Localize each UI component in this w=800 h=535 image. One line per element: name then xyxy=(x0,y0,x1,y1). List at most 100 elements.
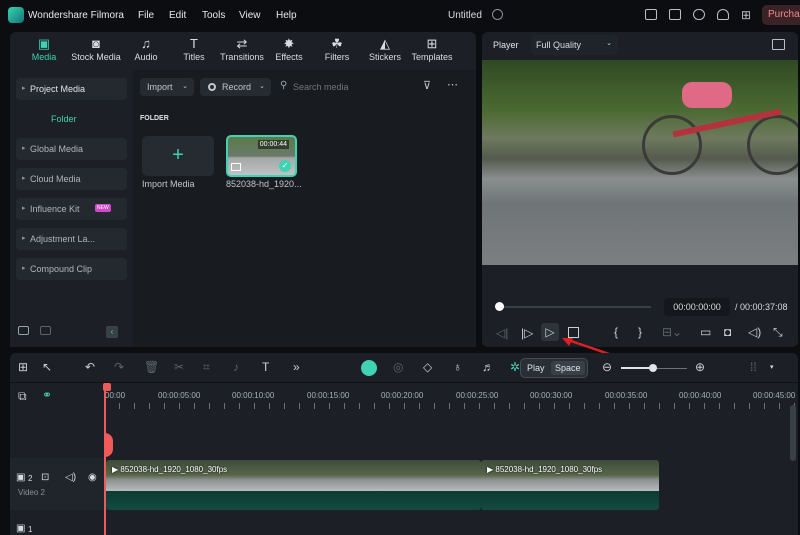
layout-icon[interactable] xyxy=(645,9,657,20)
tab-label: Templates xyxy=(411,52,453,62)
current-time[interactable]: 00:00:00:00 xyxy=(664,298,730,316)
delete-icon[interactable]: 🗑 xyxy=(144,360,159,374)
filter-icon[interactable]: ⊽ xyxy=(423,79,431,92)
scopes-icon[interactable] xyxy=(772,39,785,50)
tab-media[interactable]: ▣ Media xyxy=(16,36,72,62)
microphone-icon[interactable]: ♁ xyxy=(453,360,462,374)
media-library: Import ⌄ Record ⌄ ⚲ ⊽ ⋯ FOLDER + Import Me… xyxy=(133,70,476,347)
mute-track-icon[interactable]: ◁) xyxy=(65,472,76,483)
more-tools-icon[interactable]: » xyxy=(293,360,300,374)
playhead[interactable] xyxy=(104,383,106,535)
filmora-logo xyxy=(8,7,24,23)
playback-progress-bar[interactable] xyxy=(499,306,651,308)
link-icon[interactable]: ⚭ xyxy=(42,388,52,402)
clip-name: 852038-hd_1920_1080_30fps xyxy=(120,465,228,474)
video-preview xyxy=(482,60,798,265)
import-dropdown[interactable]: Import ⌄ xyxy=(140,78,194,96)
chevron-down-icon: ⌄ xyxy=(182,83,188,90)
project-title: Untitled xyxy=(448,10,482,21)
import-media-label: Import Media xyxy=(142,179,195,189)
media-clip-name: 852038-hd_1920... xyxy=(226,179,302,189)
progress-handle[interactable] xyxy=(495,302,504,311)
shield-icon[interactable]: ◇ xyxy=(423,360,432,374)
visibility-eye-icon[interactable]: ◉ xyxy=(88,472,97,483)
next-frame-icon[interactable]: |▷ xyxy=(521,326,533,340)
more-options-icon[interactable]: ⋯ xyxy=(447,78,458,91)
tab-stock-media[interactable]: ◙ Stock Media xyxy=(68,36,124,62)
split-icon[interactable]: ✂ xyxy=(174,360,184,374)
sidebar-item-folder[interactable]: Folder xyxy=(51,114,77,124)
ruler-tick-label: 00:00 xyxy=(105,391,126,400)
ai-tool-icon[interactable]: ✲ xyxy=(510,360,520,374)
media-clip-thumbnail[interactable]: 00:00:44 ✓ xyxy=(226,135,297,177)
timeline-clip[interactable]: ▶ 852038-hd_1920_1080_30fps xyxy=(106,460,481,510)
clip-name: 852038-hd_1920_1080_30fps xyxy=(495,465,603,474)
zoom-slider-handle[interactable] xyxy=(649,364,657,372)
player-label: Player xyxy=(493,40,519,50)
tab-templates[interactable]: ⊞ Templates xyxy=(404,36,460,62)
text-tool-icon[interactable]: T xyxy=(262,360,269,374)
sidebar-item-global-media[interactable]: Global Media xyxy=(16,138,127,160)
redo-icon[interactable]: ↷ xyxy=(114,360,124,374)
purchase-button[interactable]: Purchase xyxy=(762,5,800,25)
record-dropdown[interactable]: Record ⌄ xyxy=(200,78,271,96)
fullscreen-icon[interactable]: ⤡ xyxy=(773,325,783,340)
lock-track-icon[interactable]: ⊡ xyxy=(41,472,49,483)
save-icon[interactable] xyxy=(669,9,681,20)
menu-view[interactable]: View xyxy=(239,10,261,21)
collapse-sidebar-icon[interactable]: ‹ xyxy=(106,326,118,338)
import-media-tile[interactable]: + xyxy=(142,136,214,176)
audio-beat-icon[interactable]: ♪ xyxy=(233,360,239,374)
apps-grid-icon[interactable]: ⊞ xyxy=(741,8,751,22)
headset-icon[interactable] xyxy=(717,9,729,20)
ai-copilot-icon[interactable] xyxy=(361,360,377,376)
display-icon[interactable]: ▭ xyxy=(700,325,711,339)
track-number: 2 xyxy=(28,474,33,483)
snapshot-icon[interactable]: ◘ xyxy=(724,325,731,339)
cloud-upload-icon[interactable] xyxy=(693,9,705,20)
ruler-tick-label: 00:00:20:00 xyxy=(381,391,424,400)
record-icon xyxy=(208,83,216,91)
new-folder-icon[interactable] xyxy=(18,326,29,335)
music-track-icon[interactable]: ♬ xyxy=(482,360,494,374)
previous-frame-icon[interactable]: ◁| xyxy=(496,326,508,340)
undo-icon[interactable]: ↶ xyxy=(85,360,95,374)
sidebar-item-cloud-media[interactable]: Cloud Media xyxy=(16,168,127,190)
layout-grid-icon[interactable]: ⊞ xyxy=(18,360,28,374)
sidebar-item-compound-clip[interactable]: Compound Clip xyxy=(16,258,127,280)
quality-dropdown[interactable]: Full Quality ⌄ xyxy=(531,35,618,55)
render-icon[interactable]: ◎ xyxy=(393,360,403,374)
select-tool-icon[interactable]: ↖ xyxy=(42,360,52,374)
track-header-video-2: ▣ 2 ⊡ ◁) ◉ Video 2 xyxy=(10,458,104,510)
mark-out-icon[interactable]: } xyxy=(638,325,642,339)
timeline-scrollbar[interactable] xyxy=(790,405,796,461)
sidebar-item-adjustment-layer[interactable]: Adjustment La... xyxy=(16,228,127,250)
volume-icon[interactable]: ◁) xyxy=(748,325,761,339)
playhead-scissors[interactable] xyxy=(104,433,113,457)
folder-heading: FOLDER xyxy=(140,115,169,122)
zoom-out-icon[interactable]: ⊖ xyxy=(602,360,612,374)
zoom-in-icon[interactable]: ⊕ xyxy=(695,360,705,374)
track-height-icon[interactable]: ⁞⁞ xyxy=(750,360,757,374)
ruler-tick-label: 00:00:10:00 xyxy=(232,391,275,400)
menu-help[interactable]: Help xyxy=(276,10,297,21)
timeline-clip[interactable]: ▶ 852038-hd_1920_1080_30fps xyxy=(481,460,659,510)
bike-wheel xyxy=(747,115,798,175)
saved-check-icon xyxy=(492,9,503,20)
sidebar-item-project-media[interactable]: Project Media xyxy=(16,78,127,100)
ruler-tick-label: 00:00:05:00 xyxy=(158,391,201,400)
media-icon: ▣ xyxy=(37,36,51,51)
marker-dropdown-icon[interactable]: ⊟⌄ xyxy=(662,325,682,339)
menu-file[interactable]: File xyxy=(138,10,154,21)
ruler-tick-label: 00:00:45:00 xyxy=(753,391,796,400)
tooltip-shortcut: Space xyxy=(551,361,585,375)
play-button[interactable]: ▷ xyxy=(541,323,559,341)
crop-icon[interactable]: ⌗ xyxy=(203,360,210,375)
add-track-icon[interactable]: ⧉ xyxy=(18,389,27,404)
search-input[interactable] xyxy=(293,80,413,94)
playhead-handle[interactable] xyxy=(103,383,111,391)
delete-folder-icon[interactable] xyxy=(40,326,51,335)
chevron-down-icon[interactable]: ▾ xyxy=(770,363,774,371)
menu-tools[interactable]: Tools xyxy=(202,10,225,21)
menu-edit[interactable]: Edit xyxy=(169,10,186,21)
